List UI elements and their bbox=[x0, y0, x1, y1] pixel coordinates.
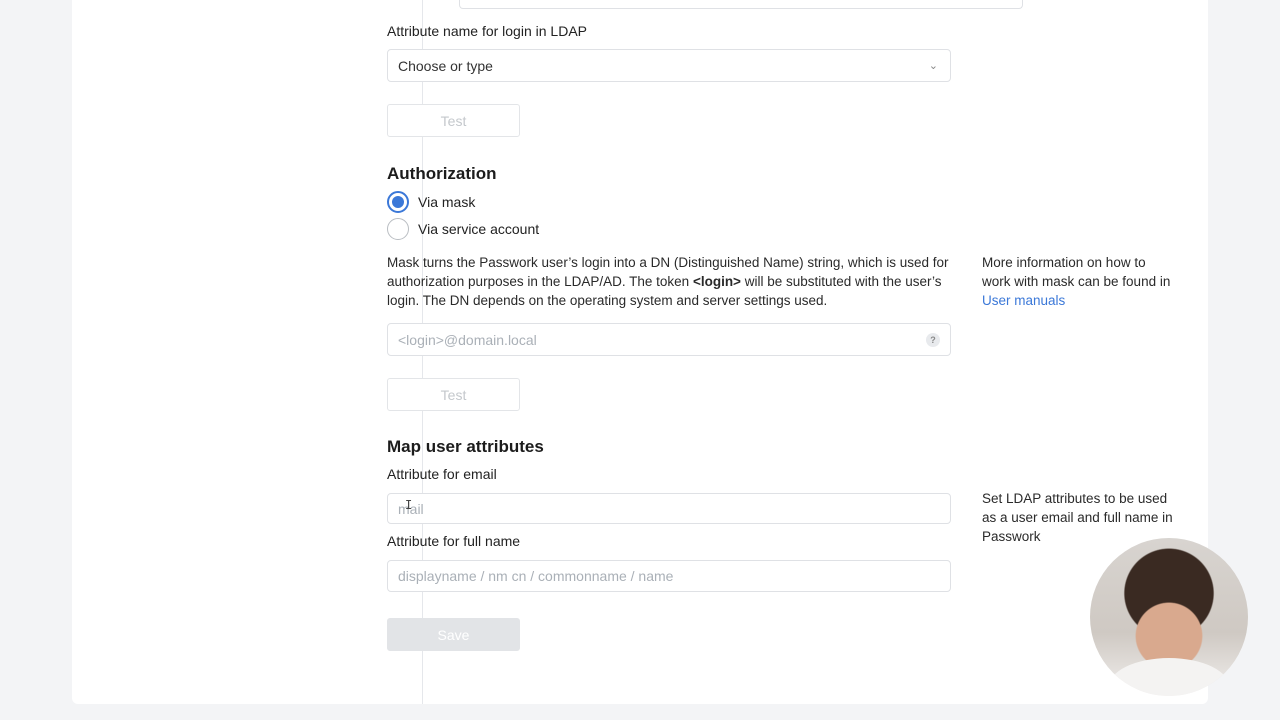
save-button[interactable]: Save bbox=[387, 618, 520, 651]
fullname-attribute-label: Attribute for full name bbox=[387, 533, 521, 549]
map-attributes-info-note: Set LDAP attributes to be used as a user… bbox=[982, 491, 1173, 544]
fullname-attribute-input[interactable]: displayname / nm cn / commonname / name bbox=[387, 560, 951, 592]
mask-input-placeholder: <login>@domain.local bbox=[398, 331, 537, 348]
test-ldap-login-button[interactable]: Test bbox=[387, 104, 520, 137]
mask-info-text: More information on how to work with mas… bbox=[982, 255, 1171, 289]
presenter-shirt bbox=[1108, 658, 1230, 696]
radio-via-mask-label: Via mask bbox=[418, 194, 476, 210]
text-cursor-icon: I bbox=[405, 498, 413, 512]
email-attribute-input[interactable]: mail bbox=[387, 493, 951, 524]
login-token: <login> bbox=[692, 274, 741, 289]
ldap-login-attribute-label: Attribute name for login in LDAP bbox=[387, 23, 587, 39]
test-mask-button[interactable]: Test bbox=[387, 378, 520, 411]
authorization-title: Authorization bbox=[387, 164, 497, 183]
mask-info-note: More information on how to work with mas… bbox=[982, 253, 1172, 310]
ldap-login-attribute-value: Choose or type bbox=[398, 57, 493, 74]
mask-description: Mask turns the Passwork user’s login int… bbox=[387, 253, 957, 310]
chevron-down-icon: ⌄ bbox=[928, 60, 938, 72]
previous-field-bottom-edge[interactable] bbox=[459, 0, 1023, 9]
radio-unchecked-icon[interactable] bbox=[387, 218, 409, 240]
email-attribute-label: Attribute for email bbox=[387, 466, 497, 482]
presenter-webcam-avatar bbox=[1090, 538, 1248, 696]
help-icon[interactable]: ? bbox=[926, 332, 940, 347]
radio-via-service-account-label: Via service account bbox=[418, 221, 540, 237]
radio-checked-icon[interactable] bbox=[387, 191, 409, 213]
mask-input[interactable]: <login>@domain.local ? bbox=[387, 323, 951, 356]
ldap-login-attribute-select[interactable]: Choose or type ⌄ bbox=[387, 49, 951, 82]
radio-via-mask[interactable]: Via mask bbox=[387, 191, 475, 213]
radio-via-service-account[interactable]: Via service account bbox=[387, 218, 539, 240]
user-manuals-link[interactable]: User manuals bbox=[982, 293, 1065, 308]
map-attributes-title: Map user attributes bbox=[387, 437, 544, 456]
fullname-attribute-placeholder: displayname / nm cn / commonname / name bbox=[398, 568, 674, 584]
